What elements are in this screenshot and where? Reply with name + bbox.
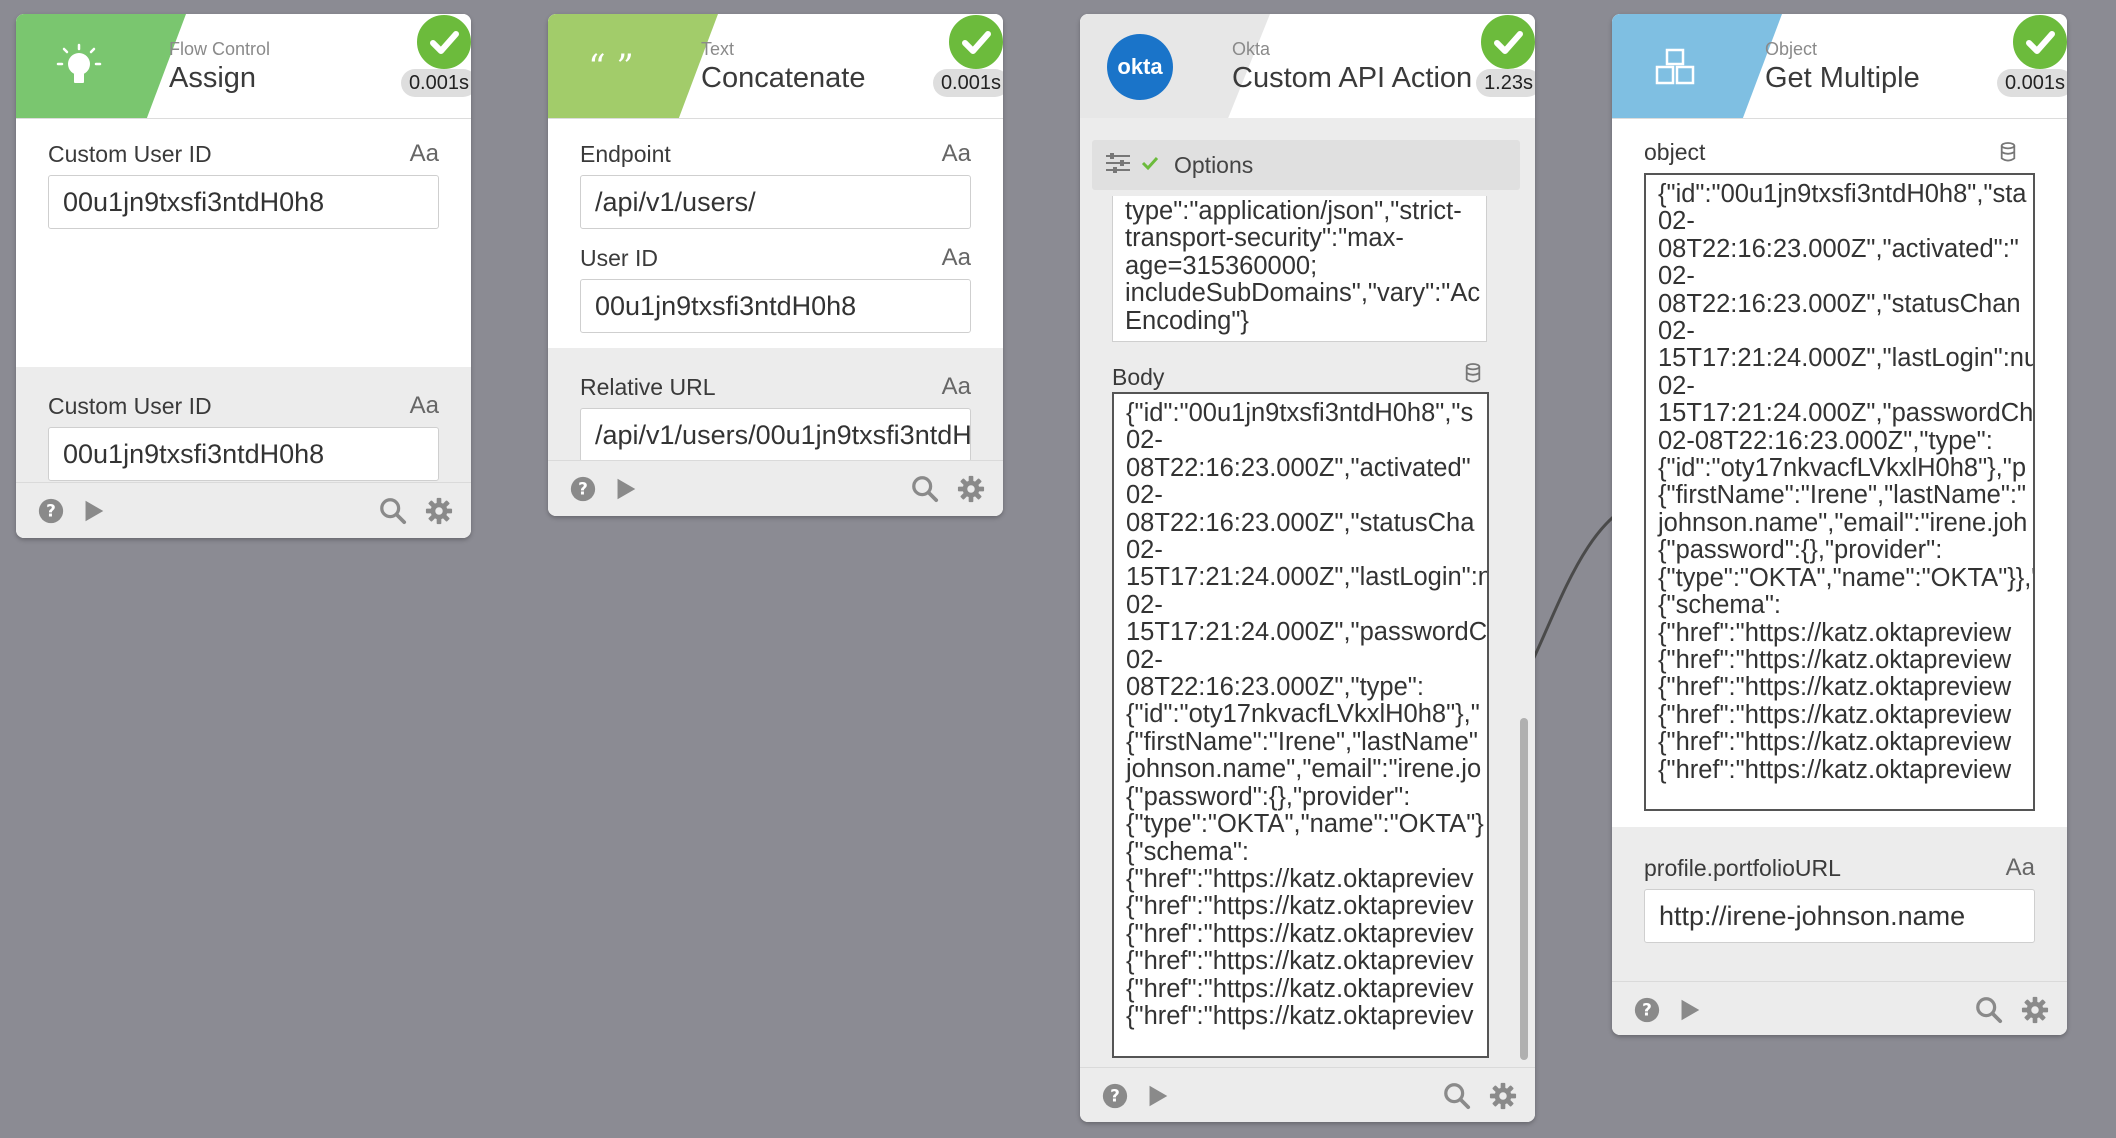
field-label: User ID (580, 245, 658, 271)
help-icon[interactable] (36, 496, 66, 526)
field-label: profile.portfolioURL (1644, 855, 1841, 881)
play-icon[interactable] (1142, 1081, 1172, 1111)
text-type-icon: Aa (2005, 854, 2035, 881)
card-assign[interactable]: Flow Control Assign 0.001s Custom User I… (16, 14, 471, 538)
gear-icon[interactable] (956, 474, 986, 504)
search-icon[interactable] (910, 474, 940, 504)
inputs-section: Endpoint Aa /api/v1/users/ User ID Aa 00u1… (548, 119, 1003, 348)
card-scroll-area: Options type":"application/json","strict… (1080, 118, 1535, 1067)
success-check-icon (414, 14, 471, 72)
scrollbar[interactable] (1520, 718, 1528, 1060)
success-check-icon (2010, 14, 2067, 72)
database-icon[interactable] (1999, 141, 2017, 168)
play-icon[interactable] (610, 474, 640, 504)
user-id-input[interactable]: 00u1jn9txsfi3ntdH0h8 (580, 279, 971, 333)
custom-user-id-output[interactable]: 00u1jn9txsfi3ntdH0h8 (48, 427, 439, 481)
card-footer (1080, 1067, 1535, 1122)
card-footer (1612, 981, 2067, 1035)
success-check-icon (946, 14, 1003, 72)
action-name: Concatenate (701, 62, 866, 94)
lightbulb-icon (54, 42, 104, 92)
field-label: Custom User ID (48, 141, 212, 167)
help-icon[interactable] (1632, 995, 1662, 1025)
text-type-icon: Aa (941, 373, 971, 400)
field-label: Custom User ID (48, 393, 212, 419)
inputs-section: object {"id":"00u1jn9txsfi3ntdH0h8","sta… (1612, 119, 2067, 827)
options-bar[interactable]: Options (1092, 140, 1520, 190)
timing-badge: 1.23s (1476, 69, 1535, 97)
search-icon[interactable] (1442, 1081, 1472, 1111)
action-name: Assign (169, 62, 257, 94)
portfolio-url-output[interactable]: http://irene-johnson.name (1644, 889, 2035, 943)
custom-user-id-input[interactable]: 00u1jn9txsfi3ntdH0h8 (48, 175, 439, 229)
outputs-section: Custom User ID Aa 00u1jn9txsfi3ntdH0h8 (16, 367, 471, 482)
timing-badge: 0.001s (400, 69, 471, 97)
gear-icon[interactable] (2020, 995, 2050, 1025)
options-label: Options (1174, 151, 1254, 178)
app-name: Text (701, 39, 735, 59)
card-footer (548, 460, 1003, 516)
relative-url-output[interactable]: /api/v1/users/00u1jn9txsfi3ntdH (580, 408, 971, 462)
help-icon[interactable] (568, 474, 598, 504)
card-get-multiple[interactable]: Object Get Multiple 0.001s object {"id":… (1612, 14, 2067, 1035)
body-output[interactable]: {"id":"00u1jn9txsfi3ntdH0h8","s 02- 08T2… (1112, 392, 1489, 1058)
app-name: Flow Control (169, 39, 271, 59)
app-name: Okta (1232, 39, 1271, 59)
text-type-icon: Aa (941, 244, 971, 271)
object-label: object (1644, 139, 1706, 165)
card-header: Object Get Multiple 0.001s (1612, 14, 2067, 119)
app-name: Object (1765, 39, 1818, 59)
card-header: Flow Control Assign 0.001s (16, 14, 471, 119)
card-header: “ ” Text Concatenate 0.001s (548, 14, 1003, 119)
play-icon[interactable] (78, 496, 108, 526)
help-icon[interactable] (1100, 1081, 1130, 1111)
search-icon[interactable] (1974, 995, 2004, 1025)
response-headers-text: type":"application/json","strict- transp… (1112, 196, 1487, 342)
field-label: Endpoint (580, 141, 671, 167)
options-check-icon (1140, 153, 1160, 178)
success-check-icon (1478, 14, 1535, 72)
text-type-icon: Aa (409, 392, 439, 419)
sliders-icon (1104, 151, 1132, 180)
gear-icon[interactable] (424, 496, 454, 526)
play-icon[interactable] (1674, 995, 1704, 1025)
field-label: Relative URL (580, 374, 716, 400)
card-footer (16, 482, 471, 538)
gear-icon[interactable] (1488, 1081, 1518, 1111)
okta-logo-icon: okta (1107, 34, 1173, 100)
card-concatenate[interactable]: “ ” Text Concatenate 0.001s Endpoint Aa /… (548, 14, 1003, 516)
outputs-section: profile.portfolioURL Aa http://irene-john… (1612, 827, 2067, 981)
search-icon[interactable] (378, 496, 408, 526)
cubes-icon (1650, 42, 1700, 92)
object-input[interactable]: {"id":"00u1jn9txsfi3ntdH0h8","sta 02- 08… (1644, 173, 2035, 811)
database-icon[interactable] (1464, 362, 1521, 389)
action-name: Custom API Action (1232, 62, 1473, 94)
text-type-icon: Aa (409, 140, 439, 167)
outputs-section: Relative URL Aa /api/v1/users/00u1jn9txsf… (548, 348, 1003, 462)
text-type-icon: Aa (941, 140, 971, 167)
card-custom-api-action[interactable]: okta Okta Custom API Action 1.23s Option… (1080, 14, 1535, 1122)
action-name: Get Multiple (1765, 62, 1920, 94)
endpoint-input[interactable]: /api/v1/users/ (580, 175, 971, 229)
inputs-section: Custom User ID Aa 00u1jn9txsfi3ntdH0h8 (16, 119, 471, 367)
timing-badge: 0.001s (932, 69, 1003, 97)
body-label: Body (1112, 364, 1165, 390)
card-header: okta Okta Custom API Action 1.23s (1080, 14, 1535, 119)
quote-icon: “ ” (588, 47, 634, 87)
timing-badge: 0.001s (1996, 69, 2067, 97)
